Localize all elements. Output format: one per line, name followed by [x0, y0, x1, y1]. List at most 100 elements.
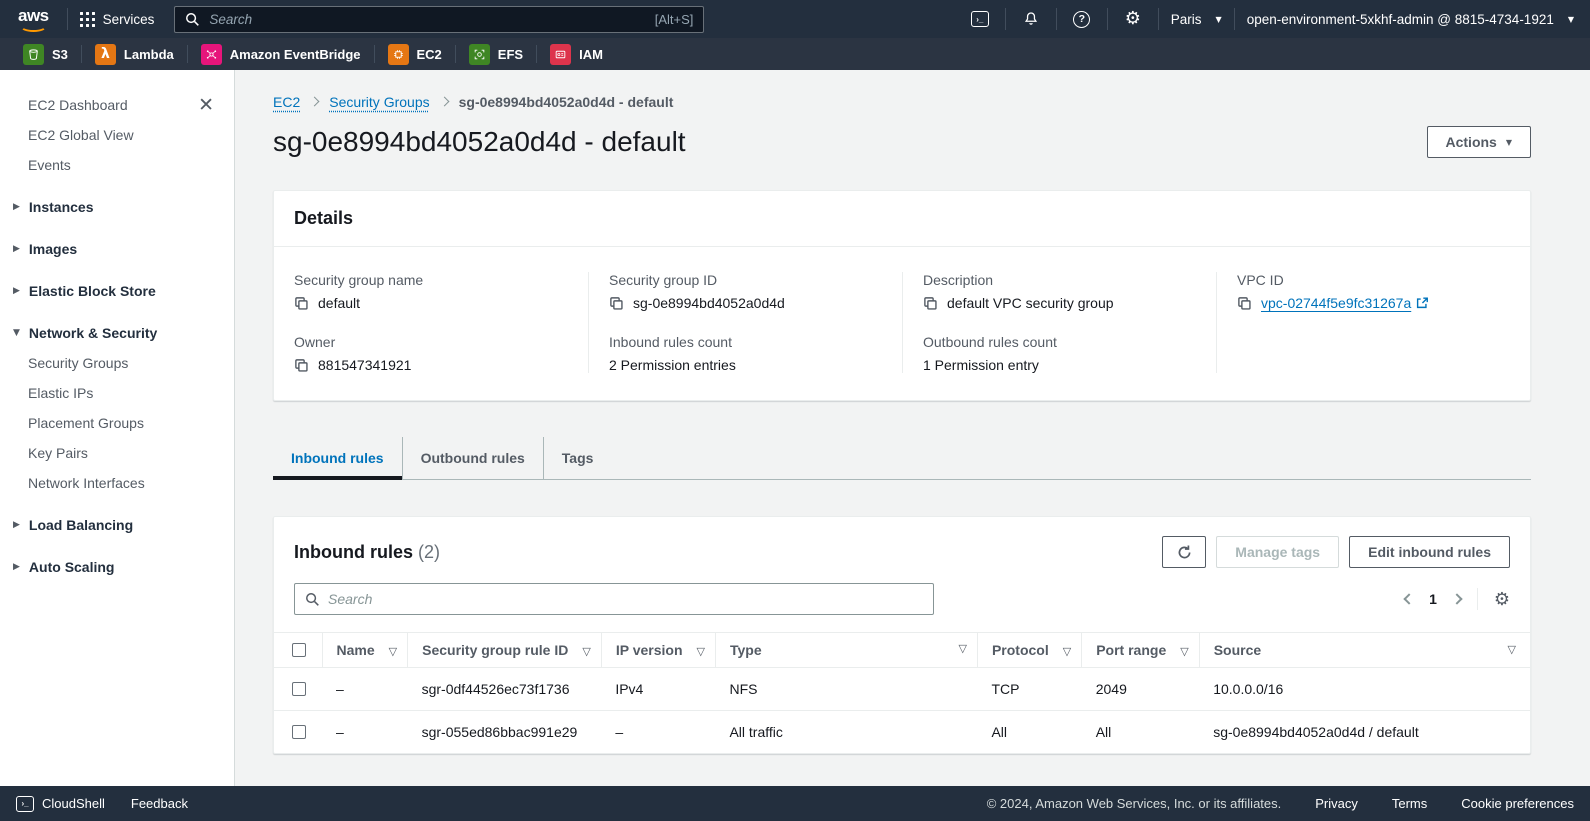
sort-icon[interactable]: ▽ [1180, 645, 1188, 658]
cloudshell-button[interactable]: ›_ [967, 6, 993, 32]
region-selector[interactable]: Paris ▼ [1171, 12, 1222, 27]
sidebar-section-auto-scaling[interactable]: ▶ Auto Scaling [0, 552, 234, 582]
feedback-button[interactable]: Feedback [131, 796, 188, 811]
sort-icon[interactable]: ▽ [697, 645, 705, 658]
next-page-icon[interactable] [1451, 593, 1462, 604]
row-checkbox[interactable] [292, 725, 306, 739]
rules-search-input[interactable] [328, 591, 923, 607]
favorite-eventbridge[interactable]: Amazon EventBridge [188, 44, 374, 65]
tab-outbound-rules[interactable]: Outbound rules [402, 437, 543, 479]
field-value: 1 Permission entry [923, 357, 1039, 373]
chevron-right-icon [439, 96, 449, 106]
filter-icon[interactable]: ▽ [1508, 643, 1516, 656]
sidebar-section-elastic-block-store[interactable]: ▶ Elastic Block Store [0, 276, 234, 306]
column-label: Type [730, 642, 762, 658]
table-row: – sgr-0df44526ec73f1736 IPv4 NFS TCP 204… [274, 668, 1530, 711]
edit-inbound-rules-button[interactable]: Edit inbound rules [1349, 536, 1510, 568]
sort-icon[interactable]: ▽ [959, 642, 967, 655]
search-icon [185, 12, 200, 27]
copy-icon[interactable] [294, 358, 309, 373]
sidebar-item-elastic-ips[interactable]: Elastic IPs [0, 378, 234, 408]
favorite-ec2[interactable]: EC2 [375, 44, 455, 65]
cell-type: NFS [715, 668, 977, 711]
sidebar-item-ec2-dashboard[interactable]: EC2 Dashboard ✕ [0, 90, 234, 120]
refresh-button[interactable] [1162, 536, 1206, 568]
sidebar-item-placement-groups[interactable]: Placement Groups [0, 408, 234, 438]
actions-button[interactable]: Actions ▼ [1427, 126, 1532, 158]
column-label: Port range [1096, 642, 1166, 658]
column-header-name: Name▽ [322, 633, 408, 668]
notifications-button[interactable] [1018, 6, 1044, 32]
favorite-efs[interactable]: EFS [456, 44, 536, 65]
aws-logo[interactable]: aws [16, 6, 55, 33]
close-icon[interactable]: ✕ [198, 96, 214, 115]
tab-tags[interactable]: Tags [543, 437, 612, 479]
favorite-s3[interactable]: S3 [10, 44, 81, 65]
field-vpc-id: VPC ID vpc-02744f5e9fc31267a [1237, 272, 1510, 311]
tab-bar: Inbound rules Outbound rules Tags [273, 437, 1531, 480]
breadcrumb-link-ec2[interactable]: EC2 [273, 94, 300, 110]
chevron-right-icon: ▶ [13, 202, 20, 212]
sidebar-item-label: Key Pairs [28, 445, 88, 461]
divider [1477, 588, 1478, 610]
account-label: open-environment-5xkhf-admin @ 8815-4734… [1247, 12, 1554, 27]
sidebar-item-label: Security Groups [28, 355, 128, 371]
sidebar-item-label: Events [28, 157, 71, 173]
cell-port-range: All [1082, 711, 1199, 754]
sidebar-section-network-security[interactable]: ▼ Network & Security [0, 318, 234, 348]
copy-icon[interactable] [1237, 296, 1252, 311]
chevron-right-icon: ▶ [13, 520, 20, 530]
column-header-protocol: Protocol▽ [977, 633, 1081, 668]
vpc-id-link[interactable]: vpc-02744f5e9fc31267a [1261, 295, 1429, 311]
field-label: Outbound rules count [923, 334, 1196, 350]
previous-page-icon[interactable] [1403, 593, 1414, 604]
sidebar-item-events[interactable]: Events [0, 150, 234, 180]
main-content: EC2 Security Groups sg-0e8994bd4052a0d4d… [235, 70, 1590, 786]
cookie-preferences-link[interactable]: Cookie preferences [1461, 796, 1574, 811]
sidebar-item-network-interfaces[interactable]: Network Interfaces [0, 468, 234, 498]
tab-inbound-rules[interactable]: Inbound rules [273, 437, 402, 479]
field-value: 2 Permission entries [609, 357, 736, 373]
cell-rule-id: sgr-055ed86bbac991e29 [408, 711, 602, 754]
field-value: vpc-02744f5e9fc31267a [1261, 295, 1411, 311]
column-header-type: Type ▽ [715, 633, 977, 668]
sort-icon[interactable]: ▽ [389, 645, 397, 658]
page-number[interactable]: 1 [1429, 591, 1437, 607]
details-panel: Details Security group name default [273, 190, 1531, 401]
services-menu[interactable]: Services [80, 12, 155, 27]
copy-icon[interactable] [294, 296, 309, 311]
copy-icon[interactable] [923, 296, 938, 311]
sidebar-item-key-pairs[interactable]: Key Pairs [0, 438, 234, 468]
favorite-lambda[interactable]: λ Lambda [82, 44, 187, 65]
sort-icon[interactable]: ▽ [1063, 645, 1071, 658]
select-all-checkbox[interactable] [292, 643, 306, 657]
sidebar-item-ec2-global-view[interactable]: EC2 Global View [0, 120, 234, 150]
column-header-port-range: Port range ▽ [1082, 633, 1199, 668]
field-value: default [318, 295, 360, 311]
privacy-link[interactable]: Privacy [1315, 796, 1358, 811]
sidebar-section-load-balancing[interactable]: ▶ Load Balancing [0, 510, 234, 540]
breadcrumb-link-security-groups[interactable]: Security Groups [329, 94, 429, 110]
settings-button[interactable]: ⚙ [1120, 6, 1146, 32]
help-button[interactable]: ? [1069, 6, 1095, 32]
terms-link[interactable]: Terms [1392, 796, 1427, 811]
sidebar-section-label: Instances [29, 199, 94, 215]
table-settings-gear-icon[interactable]: ⚙ [1494, 589, 1510, 610]
account-menu[interactable]: open-environment-5xkhf-admin @ 8815-4734… [1247, 12, 1574, 27]
global-search-input[interactable] [209, 12, 645, 27]
cell-ip-version: IPv4 [601, 668, 715, 711]
sidebar-section-images[interactable]: ▶ Images [0, 234, 234, 264]
field-label: Inbound rules count [609, 334, 882, 350]
global-search[interactable]: [Alt+S] [174, 6, 704, 33]
manage-tags-button[interactable]: Manage tags [1216, 536, 1339, 568]
copy-icon[interactable] [609, 296, 624, 311]
rules-search[interactable] [294, 583, 934, 615]
sidebar-item-security-groups[interactable]: Security Groups [0, 348, 234, 378]
cloudshell-footer-button[interactable]: ›_ CloudShell [16, 796, 105, 812]
sort-icon[interactable]: ▽ [582, 645, 590, 658]
row-checkbox[interactable] [292, 682, 306, 696]
details-heading: Details [294, 208, 353, 228]
ec2-icon [388, 44, 409, 65]
sidebar-section-instances[interactable]: ▶ Instances [0, 192, 234, 222]
favorite-iam[interactable]: IAM [537, 44, 616, 65]
